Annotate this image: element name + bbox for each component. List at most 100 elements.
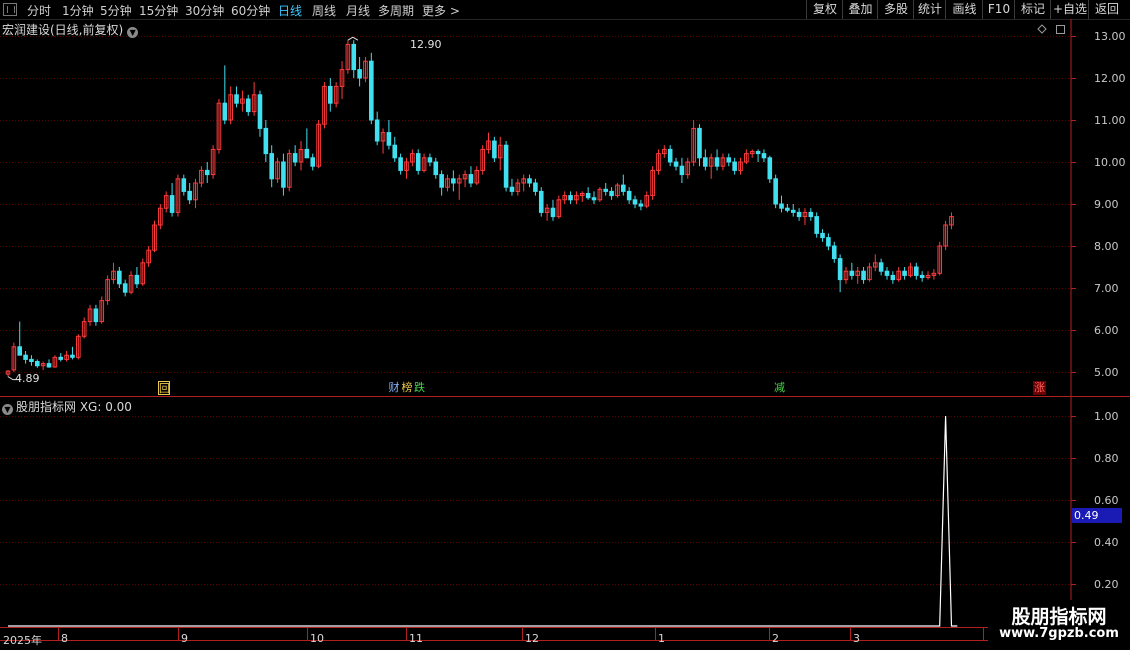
candle-body — [714, 157, 720, 167]
candle-body — [808, 211, 814, 218]
kline-title[interactable]: 宏润建设(日线,前复权) ▼ — [2, 21, 139, 38]
price-tick: 6.00 — [1094, 324, 1119, 337]
candle-body — [433, 161, 439, 176]
low-price-label: 4.89 — [15, 372, 40, 385]
watermark: 股朋指标网 www.7gpzb.com — [988, 600, 1130, 650]
watermark-title: 股朋指标网 — [1011, 606, 1107, 628]
candle-body — [831, 245, 837, 260]
candle-body — [861, 270, 866, 281]
candle-body — [451, 178, 456, 184]
candle-body — [357, 69, 362, 79]
candle-body — [245, 98, 251, 113]
candle-body — [703, 157, 708, 167]
candle-body — [503, 144, 509, 188]
signal-marker[interactable]: 减 — [773, 381, 786, 395]
year-label: 2025年 — [3, 634, 42, 647]
high-price-label: 12.90 — [410, 38, 442, 51]
price-tick: 9.00 — [1094, 198, 1119, 211]
candle-body — [890, 274, 896, 281]
indicator-title[interactable]: ▼ 股朋指标网 XG: 0.00 — [2, 398, 132, 415]
diamond-icon — [1037, 24, 1047, 34]
candle-body — [281, 161, 286, 188]
candle-body — [779, 203, 784, 209]
price-tick: 5.00 — [1094, 366, 1119, 379]
candle-body — [374, 119, 380, 142]
candle-body — [415, 153, 421, 171]
maximize-icon — [1056, 25, 1065, 34]
candle-body — [269, 153, 274, 180]
chevron-down-icon[interactable]: ▼ — [127, 27, 139, 38]
chart-canvas[interactable] — [0, 0, 1130, 650]
month-label: 8 — [61, 632, 68, 645]
candle-body — [667, 148, 673, 163]
price-tick: 7.00 — [1094, 282, 1119, 295]
candle-body — [439, 174, 444, 188]
month-label: 11 — [409, 632, 423, 645]
candle-body — [58, 356, 64, 360]
month-label: 1 — [658, 632, 665, 645]
candle-body — [785, 207, 790, 211]
signal-marker[interactable]: 财 — [388, 381, 400, 395]
candle-body — [732, 161, 737, 171]
candle-body — [621, 184, 626, 192]
candle-body — [263, 127, 269, 155]
month-label: 9 — [181, 632, 188, 645]
candle-body — [538, 190, 544, 213]
indicator-line — [8, 415, 958, 627]
candle-body — [632, 199, 638, 205]
candle-body — [392, 144, 398, 159]
month-label: 3 — [853, 632, 860, 645]
indicator-tick: 1.00 — [1094, 410, 1119, 423]
candle-body — [292, 153, 298, 163]
candle-body — [17, 346, 23, 356]
candle-body — [726, 157, 732, 163]
candle-body — [122, 283, 128, 293]
candle-body — [767, 157, 773, 180]
candle-body — [673, 161, 679, 167]
indicator-tick: 0.80 — [1094, 452, 1119, 465]
chevron-down-icon[interactable]: ▼ — [2, 404, 13, 415]
candle-body — [204, 169, 210, 176]
signal-marker[interactable]: 回 — [158, 381, 170, 395]
candle-body — [492, 140, 497, 159]
stock-title-text: 宏润建设(日线,前复权) — [2, 23, 124, 37]
signal-marker[interactable]: 涨 — [1033, 381, 1046, 395]
month-label: 12 — [525, 632, 539, 645]
candle-body — [591, 197, 597, 201]
indicator-tick: 0.60 — [1094, 494, 1119, 507]
candle-body — [902, 270, 907, 276]
candle-body — [369, 60, 374, 121]
high-marker-arrow — [347, 36, 359, 41]
signal-marker[interactable]: 跌 — [413, 381, 426, 395]
candle-body — [626, 190, 632, 201]
candle-body — [773, 178, 778, 205]
candle-body — [29, 358, 34, 362]
candle-body — [234, 94, 239, 104]
candle-body — [386, 132, 392, 146]
candle-body — [70, 354, 75, 358]
candle-body — [761, 153, 767, 159]
indicator-tick: 0.40 — [1094, 536, 1119, 549]
candle-body — [304, 148, 310, 159]
signal-marker[interactable]: 榜 — [401, 381, 413, 395]
candle-body — [222, 102, 228, 121]
candle-body — [679, 165, 685, 176]
candle-body — [796, 211, 802, 218]
candle-body — [398, 157, 403, 171]
candle-body — [181, 178, 187, 192]
price-tick: 11.00 — [1094, 114, 1126, 127]
candle-body — [134, 274, 140, 285]
candle-body — [533, 182, 538, 192]
candle-body — [427, 157, 433, 163]
candle-body — [169, 195, 175, 213]
price-tick: 10.00 — [1094, 156, 1126, 169]
candle-body — [826, 237, 831, 247]
candle-body — [638, 203, 644, 207]
candle-body — [328, 85, 333, 104]
price-tick: 8.00 — [1094, 240, 1119, 253]
candle-body — [117, 270, 122, 285]
candle-body — [585, 193, 591, 199]
candle-body — [609, 190, 614, 197]
month-label: 2 — [772, 632, 779, 645]
indicator-title-text: 股朋指标网 XG: 0.00 — [16, 400, 132, 414]
